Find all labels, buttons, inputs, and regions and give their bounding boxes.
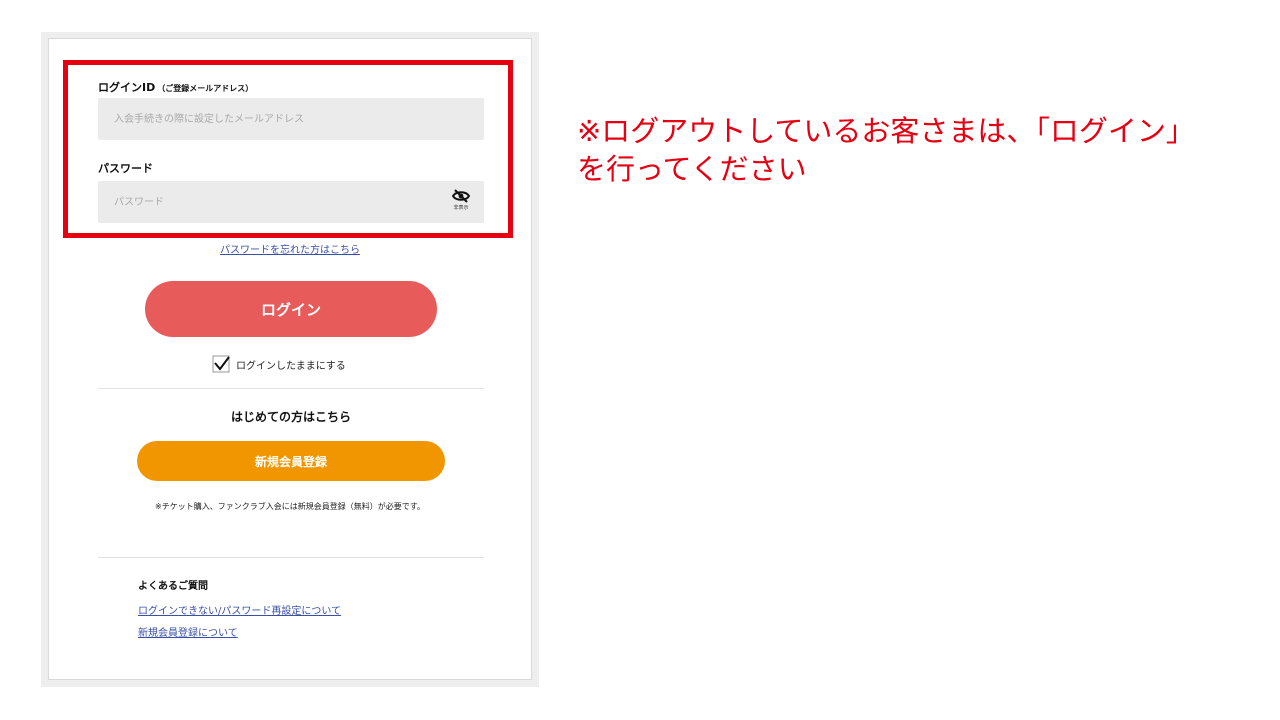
forgot-password-link[interactable]: パスワードを忘れた方はこちら <box>0 241 580 256</box>
remember-me-label: ログインしたままにする <box>236 360 346 372</box>
register-button[interactable]: 新規会員登録 <box>137 441 445 481</box>
annotation-text: ※ログアウトしているお客さまは、「ログイン」 を行ってください <box>577 112 1257 188</box>
faq-link-login-trouble[interactable]: ログインできない/パスワード再設定について <box>138 602 341 617</box>
checkbox-checked-icon[interactable] <box>212 355 230 373</box>
login-button[interactable]: ログイン <box>145 281 437 337</box>
annotation-line-2: を行ってください <box>577 152 807 186</box>
registration-note: ※チケット購入、ファンクラブ入会には新規会員登録（無料）が必要です。 <box>155 502 425 511</box>
divider <box>98 557 484 558</box>
annotation-line-1: ※ログアウトしているお客さまは、「ログイン」 <box>577 114 1195 148</box>
remember-me-row[interactable]: ログインしたままにする <box>212 355 346 373</box>
divider <box>98 388 484 389</box>
highlight-frame <box>63 60 513 238</box>
faq-title: よくあるご質問 <box>138 581 208 592</box>
faq-link-registration[interactable]: 新規会員登録について <box>138 624 238 639</box>
first-time-heading: はじめての方はこちら <box>230 410 351 424</box>
